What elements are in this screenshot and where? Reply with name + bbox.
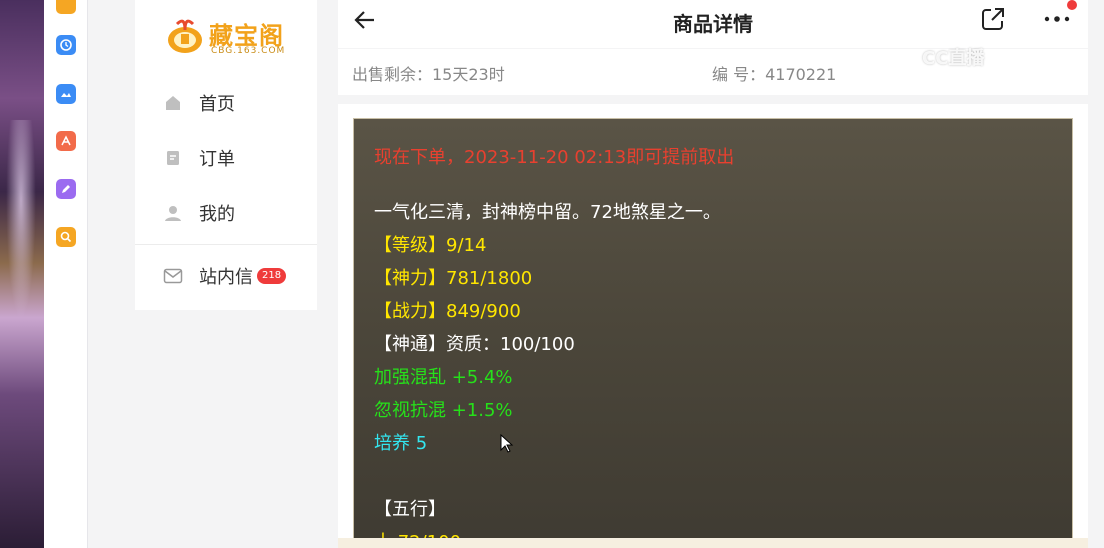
user-icon bbox=[163, 203, 183, 223]
bonus-line-2: 忽视抗混 +1.5% bbox=[374, 400, 513, 421]
item-intro: 一气化三清，封神榜中留。72地煞星之一。 bbox=[374, 202, 721, 223]
gift-icon bbox=[168, 19, 202, 53]
mail-icon bbox=[163, 266, 183, 286]
stat-ability-label: 【神通】 bbox=[374, 334, 446, 355]
nav-home[interactable]: 首页 bbox=[163, 88, 235, 118]
edit-icon[interactable] bbox=[56, 179, 76, 199]
nav-home-label: 首页 bbox=[199, 94, 235, 115]
item-serial: 编 号：4170221 bbox=[712, 65, 837, 84]
stream-watermark: CC直播 bbox=[922, 48, 985, 69]
stat-ability: 【神通】资质：100/100 bbox=[374, 328, 1072, 361]
inbox-badge: 218 bbox=[257, 268, 287, 284]
stat-combat: 【战力】849/900 bbox=[374, 295, 1072, 328]
sale-remaining: 出售剩余：15天23时 bbox=[352, 65, 505, 84]
detail-header: 商品详情 bbox=[338, 0, 1088, 48]
game-artwork bbox=[0, 0, 44, 548]
stat-level-label: 【等级】 bbox=[374, 235, 446, 256]
stat-ability-value: 资质：100/100 bbox=[446, 334, 575, 355]
pdf-icon[interactable] bbox=[56, 131, 76, 151]
cultivate-line: 培养 5 bbox=[374, 433, 428, 454]
clock-icon[interactable] bbox=[56, 35, 76, 55]
nav-orders-label: 订单 bbox=[199, 149, 235, 170]
home-icon bbox=[163, 93, 183, 113]
bottom-strip bbox=[338, 538, 1088, 548]
stat-divine: 【神力】781/1800 bbox=[374, 262, 1072, 295]
sidebar-divider bbox=[135, 244, 317, 245]
search-icon[interactable] bbox=[56, 227, 76, 247]
logo-subtext: CBG.163.COM bbox=[211, 46, 286, 56]
stat-divine-label: 【神力】 bbox=[374, 268, 446, 289]
item-description: 现在下单，2023-11-20 02:13即可提前取出 一气化三清，封神榜中留。… bbox=[353, 118, 1073, 548]
stat-level-value: 9/14 bbox=[446, 235, 487, 256]
elements-label: 【五行】 bbox=[374, 499, 446, 520]
more-icon[interactable] bbox=[1042, 12, 1072, 26]
stat-combat-label: 【战力】 bbox=[374, 301, 446, 322]
order-icon bbox=[163, 148, 183, 168]
nav-mine[interactable]: 我的 bbox=[163, 198, 235, 228]
pickup-notice: 现在下单，2023-11-20 02:13即可提前取出 bbox=[374, 147, 735, 168]
cbg-logo[interactable]: 藏宝阁 CBG.163.COM bbox=[163, 8, 293, 62]
app-icon-orange[interactable] bbox=[56, 0, 76, 14]
page-title: 商品详情 bbox=[673, 12, 753, 36]
bonus-line-1: 加强混乱 +5.4% bbox=[374, 367, 513, 388]
stat-combat-value: 849/900 bbox=[446, 301, 521, 322]
nav-orders[interactable]: 订单 bbox=[163, 143, 235, 173]
cloud-icon[interactable] bbox=[56, 84, 76, 104]
nav-mine-label: 我的 bbox=[199, 204, 235, 225]
detail-card: 现在下单，2023-11-20 02:13即可提前取出 一气化三清，封神榜中留。… bbox=[338, 104, 1088, 548]
nav-inbox-label: 站内信 bbox=[199, 267, 253, 288]
notification-dot bbox=[1067, 0, 1077, 10]
share-icon[interactable] bbox=[980, 6, 1006, 32]
stat-level: 【等级】9/14 bbox=[374, 229, 1072, 262]
icon-dock bbox=[44, 0, 88, 548]
nav-inbox[interactable]: 站内信 218 bbox=[163, 261, 287, 291]
stat-divine-value: 781/1800 bbox=[446, 268, 533, 289]
mouse-cursor-icon bbox=[500, 434, 514, 453]
site-sidebar: 藏宝阁 CBG.163.COM 首页 订单 我的 站内信 218 bbox=[135, 0, 317, 310]
